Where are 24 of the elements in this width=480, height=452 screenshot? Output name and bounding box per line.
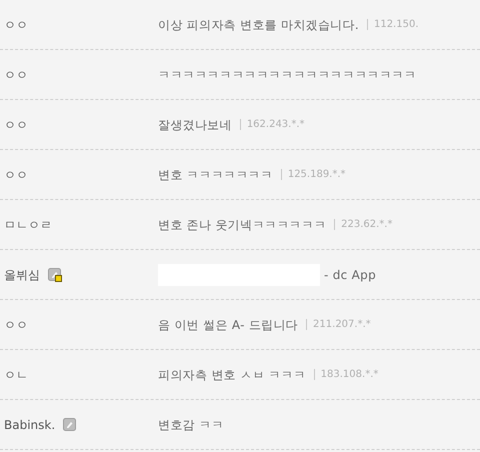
- commenter-name: ㅇㅇ: [4, 166, 28, 184]
- commenter-name: Babinsk.: [4, 416, 56, 434]
- commenter-name: ㅇㅇ: [4, 116, 28, 134]
- commenter-name: ㅇㅇ: [4, 316, 28, 334]
- commenter-name: ㅇㅇ: [4, 16, 28, 34]
- comment-text: 변호 존나 웃기넥ㅋㅋㅋㅋㅋㅋ: [158, 216, 326, 234]
- commenter-name: ㅇㄴ: [4, 366, 28, 384]
- ip-address: 125.189.*.*: [288, 168, 346, 182]
- ip-address: 183.108.*.*: [320, 368, 378, 382]
- comment-text: 이상 피의자측 변호를 마치겠습니다.: [158, 16, 359, 34]
- commenter-name: 올뷔심: [4, 266, 40, 284]
- comment-text: 잘생겼나보네: [158, 116, 232, 134]
- comment-text: 변호감 ㅋㅋ: [158, 416, 224, 434]
- ip-address: 112.150.: [374, 18, 418, 32]
- ip-address: 162.243.*.*: [246, 118, 305, 132]
- comment-text: ㅋㅋㅋㅋㅋㅋㅋㅋㅋㅋㅋㅋㅋㅋㅋㅋㅋㅋㅋㅋㅋ: [158, 66, 416, 84]
- ip-address: 223.62.*.*: [341, 218, 392, 232]
- comment-text: 변호 ㅋㅋㅋㅋㅋㅋㅋ: [158, 166, 273, 184]
- ip-address: 211.207.*.*: [313, 318, 371, 332]
- comment-text: - dc App: [324, 266, 376, 284]
- commenter-name: ㅁㄴㅇㄹ: [4, 216, 52, 234]
- comment-text: 피의자측 변호 ㅅㅂ ㅋㅋㅋ: [158, 366, 306, 384]
- commenter-name: ㅇㅇ: [4, 66, 28, 84]
- comment-text: 음 이번 썰은 A- 드립니다: [158, 316, 298, 334]
